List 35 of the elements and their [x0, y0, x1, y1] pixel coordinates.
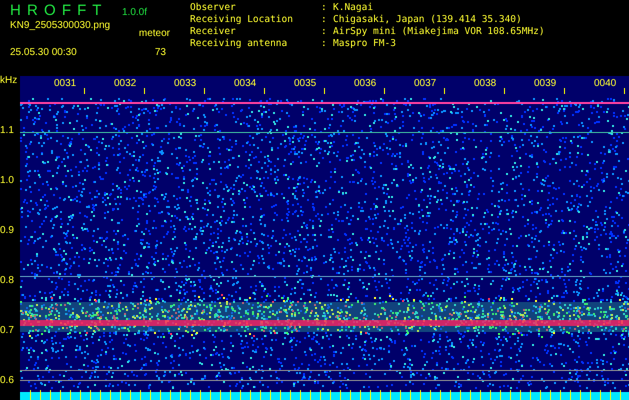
time-label: 0032	[114, 78, 138, 89]
separator-colon: :	[321, 2, 328, 14]
time-label: 0035	[294, 78, 318, 89]
time-label: 0040	[594, 78, 618, 89]
axis-label: 1.0	[0, 175, 14, 186]
time-label: 0037	[414, 78, 438, 89]
time-label: 0033	[174, 78, 198, 89]
axis-label: 0.9	[0, 225, 14, 236]
unit-label: kHz	[0, 76, 18, 88]
time-label: 0039	[534, 78, 558, 89]
time-label: 0038	[474, 78, 498, 89]
time-label: 0034	[234, 78, 258, 89]
separator-colon: :	[321, 38, 328, 50]
info-label: Receiver	[190, 26, 237, 38]
info-value: Chigasaki, Japan (139.414 35.340)	[333, 14, 522, 26]
app-name: H R O F F T	[10, 2, 104, 19]
info-label: Observer	[190, 2, 237, 14]
axis-label: 1.1	[0, 125, 14, 136]
mode-label: meteor	[138, 28, 170, 39]
time-label: 0036	[354, 78, 378, 89]
datetime-label: 25.05.30 00:30	[10, 46, 77, 58]
info-value: Maspro FM-3	[333, 38, 396, 50]
version-label: 1.0.0f	[122, 7, 148, 18]
time-label: 0031	[54, 78, 78, 89]
separator-colon: :	[321, 14, 328, 26]
info-label: Receiving antenna	[190, 38, 288, 50]
info-label: Receiving Location	[190, 14, 294, 26]
meteor-count: 73	[154, 46, 167, 58]
info-value: AirSpy mini (Miakejima VOR 108.65MHz)	[333, 26, 545, 38]
info-value: K.Nagai	[333, 2, 374, 14]
axis-label: 0.6	[0, 375, 14, 386]
separator-colon: :	[321, 26, 328, 38]
axis-label: 0.7	[0, 325, 14, 336]
axis-label: 0.8	[0, 275, 14, 286]
filename-label: KN9_2505300030.png	[10, 20, 110, 31]
